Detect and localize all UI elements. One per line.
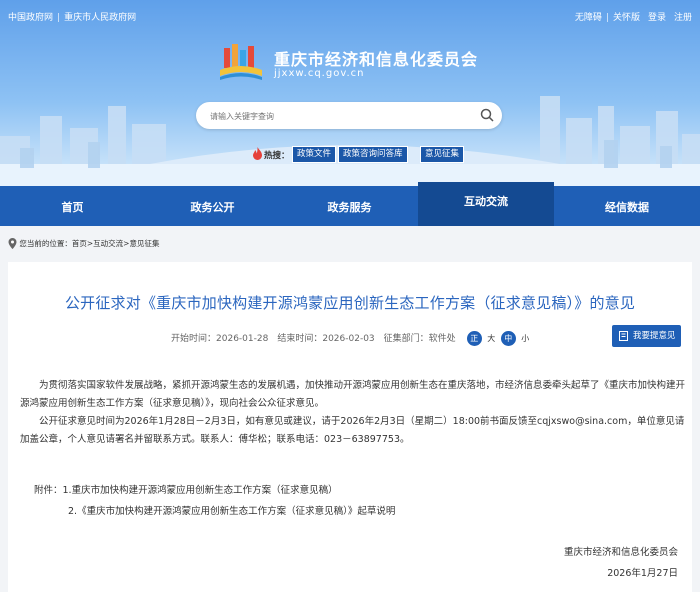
attachment-2[interactable]: 2.《重庆市加快构建开源鸿蒙应用创新生态工作方案（征求意见稿）》起草说明	[68, 503, 395, 517]
divider: |	[605, 13, 609, 23]
breadcrumb: 您当前的位置：首页>互动交流>意见征集	[8, 238, 159, 249]
location-pin-icon	[8, 238, 17, 249]
nav-item-gov-services[interactable]: 政务服务	[277, 186, 422, 226]
site-logo-icon	[220, 44, 262, 80]
article-panel: 公开征求对《重庆市加快构建开源鸿蒙应用创新生态工作方案（征求意见稿）》的意见 开…	[8, 262, 692, 592]
attachment-1-link[interactable]: 1.重庆市加快构建开源鸿蒙应用创新生态工作方案（征求意见稿）	[63, 485, 338, 496]
nav-item-data[interactable]: 经信数据	[554, 186, 700, 226]
article-body: 为贯彻落实国家软件发展战略，紧抓开源鸿蒙生态的发展机遇，加快推动开源鸿蒙应用创新…	[20, 377, 685, 449]
top-utility-bar: 中国政府网 | 重庆市人民政府网 无障碍 | 关怀版 登录 注册	[0, 0, 700, 30]
end-time-label: 结束时间：	[277, 334, 323, 344]
login-link[interactable]: 登录	[648, 10, 666, 23]
attachment-2-link[interactable]: 2.《重庆市加快构建开源鸿蒙应用创新生态工作方案（征求意见稿）》起草说明	[68, 506, 395, 517]
signature-date: 2026年1月27日	[607, 568, 678, 579]
attachments-label: 附件：	[34, 485, 63, 496]
breadcrumb-prefix: 您当前的位置：	[19, 239, 72, 248]
breadcrumb-path[interactable]: 首页>互动交流>意见征集	[72, 239, 160, 248]
divider: |	[57, 13, 61, 23]
site-brand[interactable]: 重庆市经济和信息化委员会 jjxxw.cq.gov.cn	[218, 40, 518, 86]
fire-icon	[253, 147, 262, 160]
main-nav: 首页 政务公开 政务服务 互动交流 经信数据	[0, 182, 700, 226]
article-meta: 开始时间：2026-01-28 结束时间：2026-02-03 征集部门：软件处正大…	[171, 331, 533, 346]
dept-value: 软件处	[428, 334, 456, 344]
hot-tag-policy-docs[interactable]: 政策文件	[292, 146, 337, 163]
hot-tag-opinion[interactable]: 意见征集	[420, 146, 465, 163]
font-size-large[interactable]: 大	[484, 331, 499, 346]
search-box	[196, 102, 502, 129]
font-size-medium[interactable]: 中	[500, 331, 516, 346]
topbar-link-gov[interactable]: 中国政府网	[8, 10, 53, 23]
paragraph-intro: 为贯彻落实国家软件发展战略，紧抓开源鸿蒙生态的发展机遇，加快推动开源鸿蒙应用创新…	[20, 380, 686, 409]
article-title: 公开征求对《重庆市加快构建开源鸿蒙应用创新生态工作方案（征求意见稿）》的意见	[64, 294, 636, 312]
paragraph-details: 公开征求意见时间为2026年1月28日－2月3日，如有意见或建议，请于2026年…	[20, 416, 685, 445]
accessibility-link[interactable]: 无障碍	[575, 10, 602, 23]
submit-opinion-button[interactable]: 我要提意见	[612, 325, 681, 347]
edit-icon	[619, 331, 628, 341]
care-mode-link[interactable]: 关怀版	[613, 10, 640, 23]
search-icon[interactable]	[480, 108, 494, 122]
search-input[interactable]	[208, 108, 472, 125]
nav-item-gov-affairs[interactable]: 政务公开	[140, 186, 285, 226]
hot-search-label: 热搜：	[264, 151, 290, 161]
dept-label: 征集部门：	[383, 334, 429, 344]
hot-tag-policy-qa[interactable]: 政策咨询问答库	[338, 146, 408, 163]
end-time-value: 2026-02-03	[322, 334, 375, 344]
signature-org: 重庆市经济和信息化委员会	[563, 547, 678, 558]
topbar-link-cq-gov[interactable]: 重庆市人民政府网	[64, 10, 136, 23]
site-name: 重庆市经济和信息化委员会	[274, 50, 479, 69]
nav-item-interaction[interactable]: 互动交流	[418, 182, 554, 226]
start-time-value: 2026-01-28	[216, 334, 269, 344]
attachment-1[interactable]: 附件：1.重庆市加快构建开源鸿蒙应用创新生态工作方案（征求意见稿）	[34, 482, 338, 496]
site-domain: jjxxw.cq.gov.cn	[274, 68, 365, 79]
nav-item-home[interactable]: 首页	[0, 186, 145, 226]
submit-opinion-label: 我要提意见	[633, 331, 676, 341]
font-size-small[interactable]: 小	[518, 331, 533, 346]
font-size-normal[interactable]: 正	[466, 331, 482, 346]
register-link[interactable]: 注册	[674, 10, 692, 23]
start-time-label: 开始时间：	[171, 334, 217, 344]
